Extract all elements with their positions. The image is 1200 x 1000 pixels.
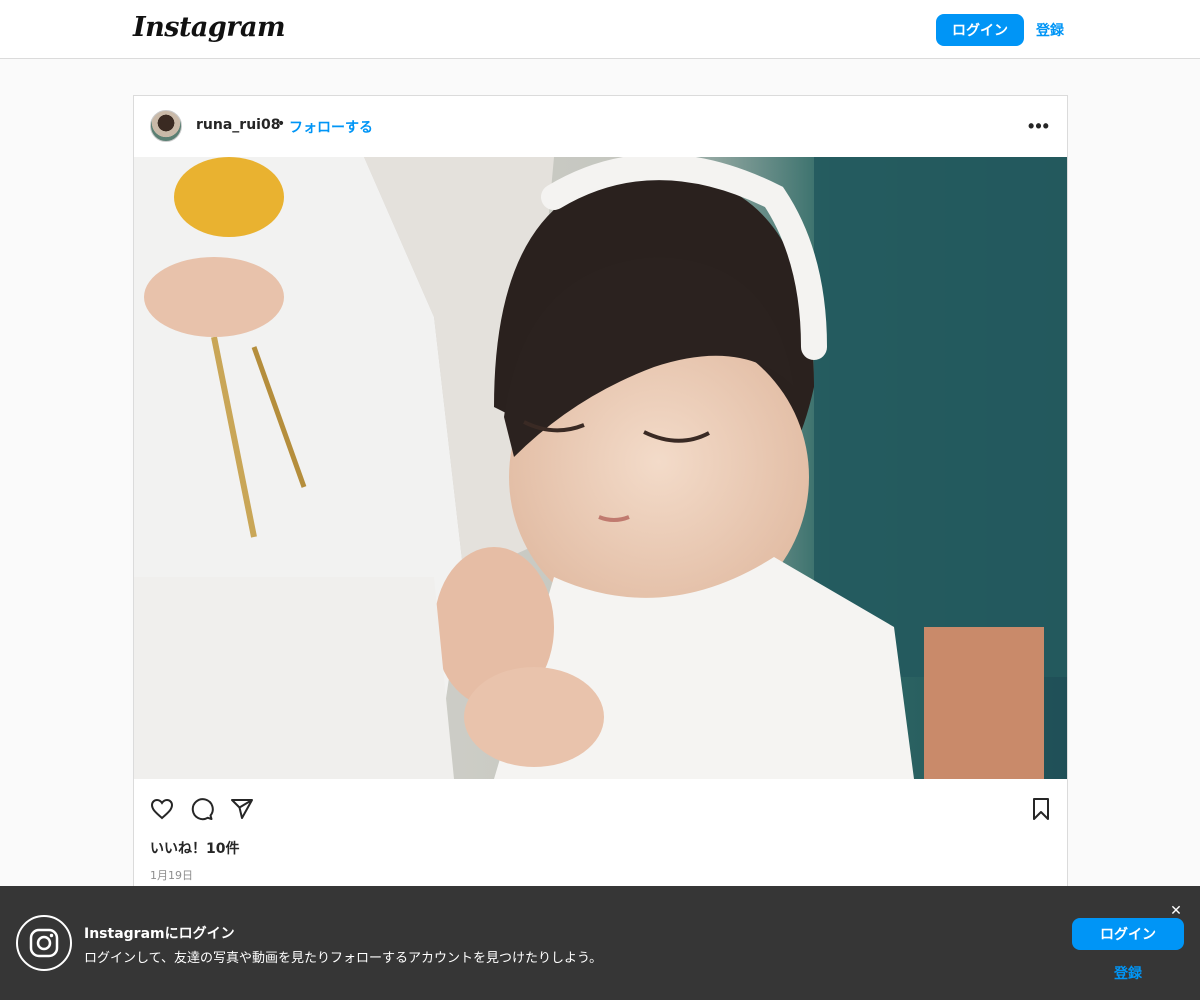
post-date[interactable]: 1月19日 (150, 867, 193, 883)
post-actions (134, 779, 1067, 839)
signup-link[interactable]: 登録 (1036, 20, 1064, 40)
login-button[interactable]: ログイン (936, 14, 1024, 46)
follow-link[interactable]: フォローする (289, 117, 373, 137)
close-icon[interactable]: ✕ (1166, 900, 1186, 920)
instagram-logo[interactable]: Instagram (133, 12, 286, 43)
post-header: runa_rui08 • フォローする ••• (134, 96, 1067, 157)
likes-count[interactable]: いいね！10件 (150, 838, 239, 858)
banner-login-button[interactable]: ログイン (1072, 918, 1184, 950)
post-username[interactable]: runa_rui08 (196, 117, 280, 133)
login-banner: Instagramにログイン ログインして、友達の写真や動画を見たりフォローする… (0, 886, 1200, 1000)
comment-icon[interactable] (188, 795, 216, 823)
separator-dot: • (277, 116, 286, 132)
top-bar: Instagram ログイン 登録 (0, 0, 1200, 59)
post-photo[interactable] (134, 157, 1067, 779)
banner-subtitle: ログインして、友達の写真や動画を見たりフォローするアカウントを見つけたりしよう。 (84, 951, 603, 966)
instagram-icon (16, 915, 72, 971)
photo-illustration (134, 157, 1067, 779)
more-options-icon[interactable]: ••• (1024, 114, 1054, 138)
post-card: runa_rui08 • フォローする ••• いいね！10件 1月19日 (133, 95, 1068, 915)
banner-title: Instagramにログイン (84, 926, 235, 942)
banner-signup-link[interactable]: 登録 (1114, 963, 1142, 983)
share-icon[interactable] (228, 795, 256, 823)
bookmark-icon[interactable] (1027, 795, 1055, 823)
avatar[interactable] (150, 110, 182, 142)
heart-icon[interactable] (148, 795, 176, 823)
